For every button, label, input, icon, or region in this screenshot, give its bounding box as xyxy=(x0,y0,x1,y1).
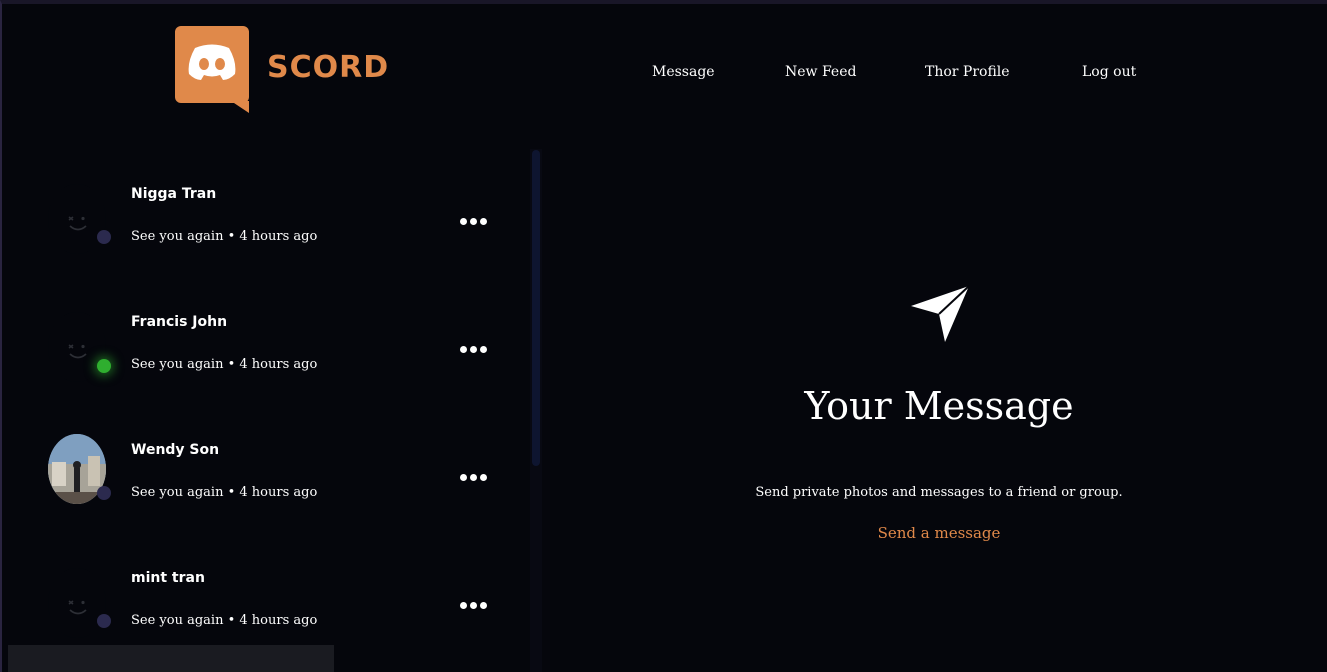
status-online-dot xyxy=(97,359,111,373)
conversation-name: Wendy Son xyxy=(131,442,220,458)
more-horizontal-icon[interactable] xyxy=(460,466,490,481)
avatar xyxy=(48,568,106,638)
nav-item-logout[interactable]: Log out xyxy=(1082,64,1136,80)
nav-item-message[interactable]: Message xyxy=(652,64,715,80)
status-offline-dot xyxy=(97,230,111,244)
scrollbar-thumb[interactable] xyxy=(532,150,540,466)
avatar xyxy=(48,184,106,254)
conversation-name: Francis John xyxy=(131,314,228,330)
conversation-list: Nigga Tran See you again • 4 hours ago F… xyxy=(42,154,512,672)
more-horizontal-icon[interactable] xyxy=(460,594,490,609)
conversation-name: mint tran xyxy=(131,570,205,586)
empty-state-description: Send private photos and messages to a fr… xyxy=(755,485,1123,500)
more-horizontal-icon[interactable] xyxy=(460,338,490,353)
conversation-preview: See you again • 4 hours ago xyxy=(131,485,318,500)
conversation-name: Nigga Tran xyxy=(131,186,217,202)
status-offline-dot xyxy=(97,486,111,500)
empty-state-title: Your Message xyxy=(804,384,1074,428)
nav-item-new-feed[interactable]: New Feed xyxy=(785,64,856,80)
placeholder-face-icon xyxy=(68,344,87,359)
app-window: SCORD Message New Feed Thor Profile Log … xyxy=(0,0,1327,672)
placeholder-face-icon xyxy=(68,216,87,231)
avatar xyxy=(48,312,106,382)
conversation-item[interactable]: Francis John See you again • 4 hours ago xyxy=(42,302,512,412)
bottom-panel xyxy=(8,645,334,672)
top-nav: Message New Feed Thor Profile Log out xyxy=(2,64,1327,84)
send-message-link[interactable]: Send a message xyxy=(562,524,1316,542)
conversation-preview: See you again • 4 hours ago xyxy=(131,613,318,628)
empty-state: Your Message Send private photos and mes… xyxy=(562,274,1312,574)
more-horizontal-icon[interactable] xyxy=(460,210,490,225)
paper-plane-send-icon xyxy=(911,285,970,342)
conversation-preview: See you again • 4 hours ago xyxy=(131,229,318,244)
placeholder-face-icon xyxy=(68,600,87,615)
conversation-item[interactable]: Nigga Tran See you again • 4 hours ago xyxy=(42,174,512,284)
nav-item-profile[interactable]: Thor Profile xyxy=(925,64,1010,80)
status-offline-dot xyxy=(97,614,111,628)
conversation-item[interactable]: Wendy Son See you again • 4 hours ago xyxy=(42,430,512,540)
conversation-preview: See you again • 4 hours ago xyxy=(131,357,318,372)
